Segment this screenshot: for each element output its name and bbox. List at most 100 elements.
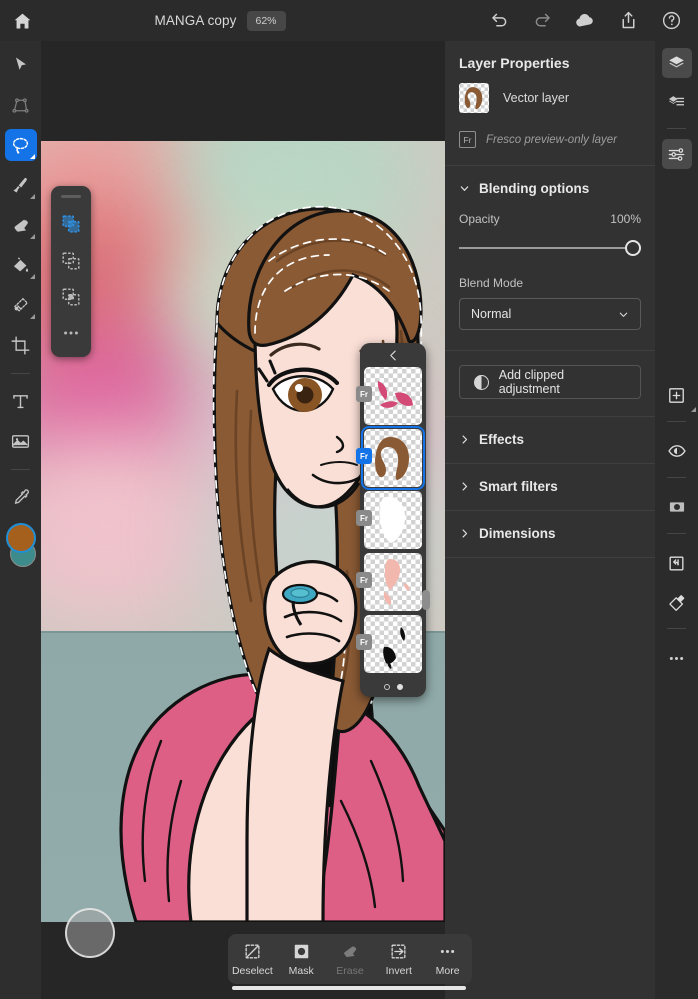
- selection-action-bar: Deselect Mask Erase Invert More: [228, 934, 472, 984]
- selection-mode-palette[interactable]: [51, 186, 91, 357]
- opacity-row: Opacity 100%: [445, 196, 655, 226]
- section-smart-filters[interactable]: Smart filters: [445, 464, 655, 494]
- color-swatches[interactable]: [3, 523, 39, 571]
- opacity-slider[interactable]: [459, 240, 641, 256]
- layer-name-label: Vector layer: [503, 91, 570, 105]
- chevron-right-icon: [462, 529, 468, 538]
- blend-mode-select[interactable]: Normal: [459, 298, 641, 330]
- adjustments-icon[interactable]: [661, 139, 692, 169]
- rail-divider: [667, 628, 686, 629]
- invert-button[interactable]: Invert: [376, 942, 422, 977]
- add-layer-icon[interactable]: [662, 380, 696, 412]
- zoom-level-badge[interactable]: 62%: [246, 10, 286, 31]
- foreground-color-swatch[interactable]: [5, 523, 36, 553]
- tool-text[interactable]: [5, 385, 37, 417]
- tool-place-image[interactable]: [5, 425, 37, 457]
- filmstrip-resize-handle[interactable]: [422, 590, 430, 610]
- erase-button[interactable]: Erase: [327, 942, 373, 977]
- mask-button[interactable]: Mask: [278, 942, 324, 977]
- selection-subtract-icon[interactable]: [57, 248, 85, 273]
- layer-thumbnail: [364, 553, 422, 611]
- opacity-value: 100%: [610, 212, 641, 226]
- fresco-badge-icon: Fr: [459, 131, 476, 148]
- selection-more-icon[interactable]: [57, 321, 85, 346]
- rail-divider: [667, 477, 686, 478]
- filmstrip-layer-1[interactable]: Fr: [356, 367, 422, 426]
- visibility-eye-icon[interactable]: [662, 436, 692, 466]
- section-dimensions[interactable]: Dimensions: [445, 511, 655, 541]
- layer-mask-icon[interactable]: [662, 492, 692, 522]
- slider-knob[interactable]: [625, 240, 641, 256]
- slider-track: [459, 247, 641, 249]
- fresco-badge: Fr: [356, 634, 372, 651]
- section-label: Effects: [479, 432, 525, 447]
- toolbar-divider: [11, 469, 30, 470]
- tool-flyout-indicator: [29, 234, 35, 239]
- layer-thumbnail: [364, 615, 422, 673]
- help-icon[interactable]: [660, 10, 682, 32]
- undo-icon[interactable]: [488, 10, 510, 32]
- tool-brush[interactable]: [5, 169, 37, 201]
- tool-crop[interactable]: [5, 329, 37, 361]
- blend-mode-value: Normal: [471, 307, 512, 321]
- toolbar-divider: [11, 373, 30, 374]
- cloud-icon[interactable]: [574, 10, 596, 32]
- right-rail: [655, 41, 698, 999]
- section-blending-options[interactable]: Blending options: [445, 166, 655, 196]
- left-toolbar: [0, 41, 41, 999]
- app-root: MANGA copy 62% Fr Fr Fr Fr Fr Layer Prop…: [0, 0, 698, 999]
- panel-divider: [445, 557, 655, 558]
- clipping-mask-icon[interactable]: [662, 587, 692, 617]
- layer-filmstrip[interactable]: Fr Fr Fr Fr Fr: [356, 343, 430, 697]
- tool-smudge[interactable]: [5, 289, 37, 321]
- tool-transform[interactable]: [5, 89, 37, 121]
- add-clipped-adjustment-label: Add clipped adjustment: [498, 368, 565, 396]
- page-title: MANGA copy: [154, 13, 237, 28]
- rail-divider: [667, 421, 686, 422]
- layer-group-icon[interactable]: [662, 87, 692, 117]
- button-label: More: [435, 964, 460, 977]
- add-clipped-adjustment-button[interactable]: Add clipped adjustment: [459, 365, 641, 399]
- selection-intersect-icon[interactable]: [57, 284, 85, 309]
- tool-fill[interactable]: [5, 249, 37, 281]
- page-dot[interactable]: [383, 683, 390, 690]
- section-effects[interactable]: Effects: [445, 417, 655, 447]
- merge-down-icon[interactable]: [662, 548, 692, 578]
- tool-select-arrow[interactable]: [5, 49, 37, 81]
- selection-add-icon[interactable]: [57, 212, 85, 237]
- tool-eraser[interactable]: [5, 209, 37, 241]
- share-icon[interactable]: [617, 10, 639, 32]
- filmstrip-layer-2[interactable]: Fr: [356, 426, 425, 491]
- panel-title: Layer Properties: [459, 55, 570, 71]
- filmstrip-layer-5[interactable]: Fr: [356, 615, 422, 674]
- button-label: Erase: [336, 964, 364, 977]
- filmstrip-layer-3[interactable]: Fr: [356, 491, 422, 550]
- tool-flyout-indicator: [29, 154, 35, 159]
- invert-icon: [389, 942, 408, 962]
- chevron-left-icon[interactable]: [360, 343, 426, 367]
- layer-summary-row[interactable]: Vector layer: [445, 81, 655, 113]
- mask-icon: [292, 942, 311, 962]
- layer-thumbnail: [459, 83, 489, 113]
- tool-flyout-indicator: [29, 194, 35, 199]
- tool-eyedropper[interactable]: [5, 481, 37, 513]
- filmstrip-page-dots[interactable]: [383, 676, 403, 697]
- tool-flyout-indicator: [29, 274, 35, 279]
- deselect-icon: [243, 942, 262, 962]
- redo-icon[interactable]: [531, 10, 553, 32]
- layers-icon[interactable]: [661, 48, 692, 78]
- page-dot-active[interactable]: [396, 683, 403, 690]
- ellipsis-icon: [438, 942, 457, 962]
- more-button[interactable]: More: [425, 942, 471, 977]
- palette-drag-handle[interactable]: [61, 195, 81, 198]
- more-options-icon[interactable]: [662, 643, 692, 673]
- fresco-badge: Fr: [356, 448, 372, 465]
- filmstrip-layer-4[interactable]: Fr: [356, 553, 422, 612]
- top-bar: MANGA copy 62%: [0, 0, 698, 41]
- tool-lasso-select[interactable]: [4, 129, 37, 161]
- section-label: Smart filters: [479, 479, 558, 494]
- canvas-area[interactable]: Fr Fr Fr Fr Fr: [41, 41, 445, 999]
- deselect-button[interactable]: Deselect: [229, 942, 275, 977]
- brush-size-indicator[interactable]: [65, 908, 115, 958]
- document-title-group: MANGA copy 62%: [0, 0, 440, 41]
